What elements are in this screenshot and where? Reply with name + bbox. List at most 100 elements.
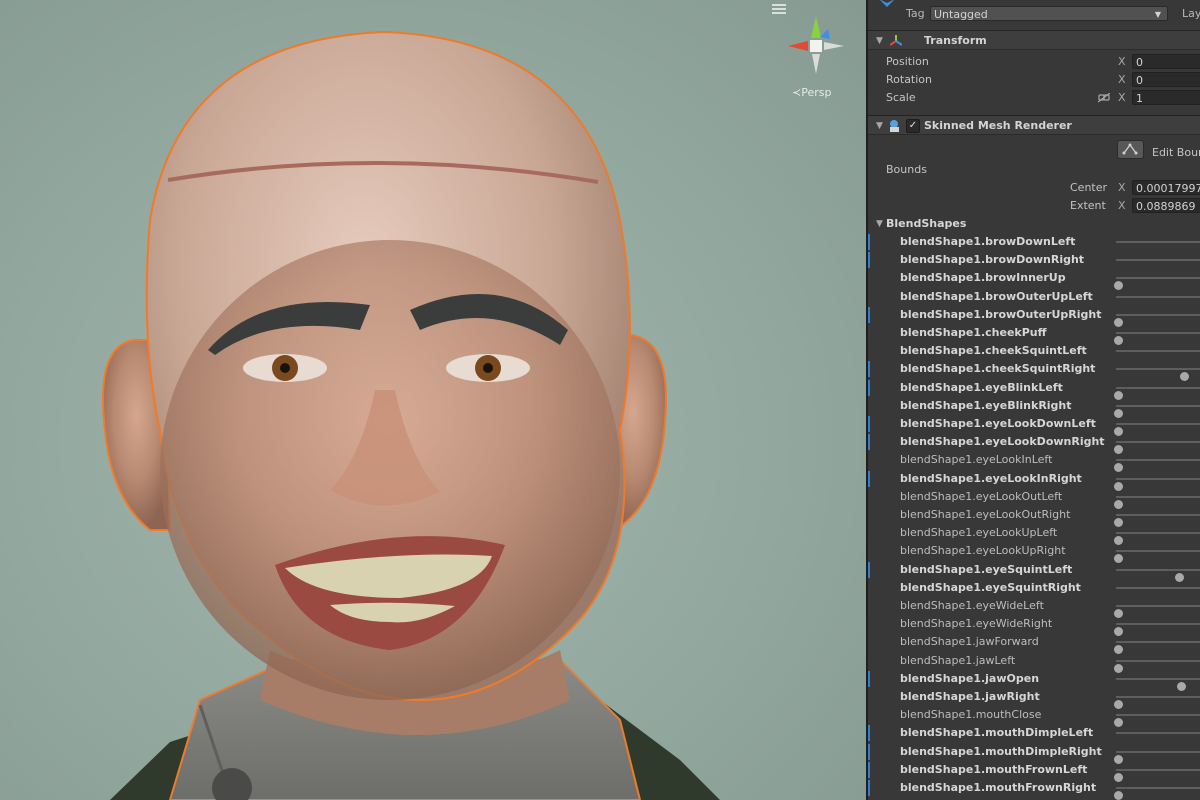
- blendshape-label: blendShape1.eyeLookUpLeft: [900, 526, 1058, 540]
- extent-x-field[interactable]: 0.0889869: [1132, 198, 1200, 213]
- scene-menu-icon[interactable]: [772, 4, 786, 14]
- blendshape-row: blendShape1.browInnerUp: [868, 269, 1200, 291]
- blendshape-slider[interactable]: [1114, 459, 1200, 473]
- blendshape-row: blendShape1.jawLeft: [868, 652, 1200, 673]
- blendshape-row: blendShape1.mouthDimpleLeft: [868, 724, 1200, 742]
- rotation-x-field[interactable]: 0: [1132, 72, 1200, 87]
- scale-x-label[interactable]: X: [1118, 89, 1126, 107]
- blendshape-slider[interactable]: [1114, 495, 1200, 509]
- blendshape-slider[interactable]: [1114, 787, 1200, 800]
- skinned-mesh-renderer-header[interactable]: ▼ ✓ Skinned Mesh Renderer: [868, 115, 1200, 135]
- transform-icon: [890, 35, 902, 46]
- foldout-arrow-icon[interactable]: ▼: [876, 31, 883, 51]
- blendshape-slider[interactable]: [1114, 696, 1200, 709]
- blendshape-row: blendShape1.cheekSquintRight: [868, 360, 1200, 382]
- blendshape-slider[interactable]: [1114, 768, 1200, 782]
- blendshape-slider[interactable]: [1114, 623, 1200, 637]
- center-x-label[interactable]: X: [1118, 179, 1126, 197]
- blendshape-slider[interactable]: [1114, 441, 1200, 455]
- blendshape-row: blendShape1.eyeWideRight: [868, 615, 1200, 637]
- blendshape-label: blendShape1.eyeBlinkRight: [900, 398, 1072, 412]
- center-x-field[interactable]: 0.0001799761: [1132, 180, 1200, 195]
- blendshape-slider[interactable]: [1114, 423, 1200, 436]
- blendshape-slider[interactable]: [1114, 332, 1200, 345]
- blendshape-label: blendShape1.eyeSquintLeft: [900, 562, 1073, 576]
- character-head-model[interactable]: [0, 0, 866, 800]
- blendshape-label: blendShape1.jawOpen: [900, 671, 1040, 685]
- blendshape-slider[interactable]: [1114, 277, 1200, 291]
- slider-handle[interactable]: [1114, 791, 1123, 800]
- blendshape-slider[interactable]: [1116, 732, 1200, 735]
- blendshape-row: blendShape1.browOuterUpRight: [868, 306, 1200, 327]
- foldout-arrow-icon[interactable]: ▼: [876, 215, 883, 233]
- orientation-gizmo[interactable]: [782, 12, 850, 80]
- tag-row: Tag Untagged ▼ Lay: [868, 0, 1200, 23]
- blendshape-label: blendShape1.eyeWideLeft: [900, 599, 1044, 612]
- blendshape-row: blendShape1.eyeWideLeft: [868, 597, 1200, 618]
- blendshape-slider[interactable]: [1114, 404, 1200, 418]
- blendshape-slider[interactable]: [1116, 241, 1200, 243]
- edit-bounds-label: Edit Boun: [1152, 146, 1200, 159]
- blendshape-slider[interactable]: [1116, 368, 1200, 382]
- perspective-label[interactable]: ≺Persp: [792, 86, 831, 99]
- extent-x-label[interactable]: X: [1118, 197, 1126, 215]
- tag-label: Tag: [906, 7, 925, 20]
- blendshapes-foldout[interactable]: ▼ BlendShapes: [868, 215, 1200, 233]
- scale-x-field[interactable]: 1: [1132, 90, 1200, 105]
- position-x-field[interactable]: 0: [1132, 54, 1200, 69]
- blendshape-slider[interactable]: [1116, 586, 1200, 589]
- component-enabled-checkbox[interactable]: ✓: [906, 119, 920, 133]
- position-x-label[interactable]: X: [1118, 53, 1126, 71]
- gizmo-y-axis-icon: [811, 16, 821, 38]
- edit-bounds-icon: [1122, 143, 1138, 155]
- blendshape-slider[interactable]: [1116, 259, 1200, 262]
- blendshape-row: blendShape1.mouthFrownLeft: [868, 761, 1200, 782]
- blendshape-slider[interactable]: [1114, 477, 1200, 491]
- blendshape-label: blendShape1.eyeWideRight: [900, 617, 1053, 631]
- blendshape-slider[interactable]: [1114, 313, 1200, 327]
- foldout-arrow-icon[interactable]: ▼: [876, 116, 883, 136]
- blendshape-row: blendShape1.eyeLookInRight: [868, 470, 1200, 491]
- gizmo-x-axis-icon: [788, 41, 808, 51]
- blendshape-slider[interactable]: [1116, 568, 1200, 582]
- override-marker: [868, 761, 870, 778]
- tag-dropdown[interactable]: Untagged ▼: [930, 6, 1168, 21]
- override-marker: [868, 725, 870, 742]
- blendshape-slider[interactable]: [1114, 605, 1200, 618]
- constrain-proportions-icon[interactable]: [1098, 93, 1110, 103]
- blendshape-row: blendShape1.eyeSquintRight: [868, 579, 1200, 597]
- blendshape-slider[interactable]: [1114, 532, 1200, 546]
- blendshape-label: blendShape1.cheekPuff: [900, 326, 1047, 339]
- scene-view[interactable]: ≺Persp: [0, 0, 866, 800]
- edit-bounds-button[interactable]: [1117, 140, 1144, 159]
- position-label: Position: [886, 55, 929, 68]
- blendshape-slider[interactable]: [1114, 750, 1200, 764]
- blendshape-label: blendShape1.eyeLookDownRight: [900, 435, 1105, 449]
- blendshape-slider[interactable]: [1114, 714, 1200, 728]
- blendshape-row: blendShape1.jawOpen: [868, 670, 1200, 691]
- blendshape-row: blendShape1.cheekSquintLeft: [868, 342, 1200, 360]
- blendshape-row: blendShape1.mouthClose: [868, 706, 1200, 728]
- blendshape-slider[interactable]: [1116, 350, 1200, 353]
- blendshape-slider[interactable]: [1116, 295, 1200, 298]
- blendshape-label: blendShape1.browDownLeft: [900, 235, 1076, 248]
- transform-header[interactable]: ▼ Transform: [868, 30, 1200, 50]
- transform-title: Transform: [924, 34, 987, 47]
- blendshape-label: blendShape1.eyeLookOutRight: [900, 508, 1071, 521]
- blendshape-slider[interactable]: [1116, 677, 1200, 691]
- blendshape-slider[interactable]: [1114, 514, 1200, 527]
- override-marker: [868, 361, 870, 378]
- override-marker: [868, 561, 870, 578]
- blendshape-label: blendShape1.jawForward: [900, 635, 1039, 649]
- rotation-x-label[interactable]: X: [1118, 71, 1126, 89]
- blendshape-slider[interactable]: [1114, 641, 1200, 655]
- inspector-panel: Tag Untagged ▼ Lay ▼ Transform Position …: [866, 0, 1200, 800]
- blendshape-row: blendShape1.browOuterUpLeft: [868, 288, 1200, 306]
- blendshape-slider[interactable]: [1114, 386, 1200, 400]
- blendshape-row: blendShape1.eyeSquintLeft: [868, 561, 1200, 582]
- blendshape-slider[interactable]: [1114, 550, 1200, 564]
- blendshape-row: blendShape1.browDownLeft: [868, 233, 1200, 251]
- blendshape-slider[interactable]: [1114, 659, 1200, 673]
- blendshape-label: blendShape1.eyeSquintRight: [900, 580, 1081, 594]
- blendshape-row: blendShape1.jawForward: [868, 633, 1200, 655]
